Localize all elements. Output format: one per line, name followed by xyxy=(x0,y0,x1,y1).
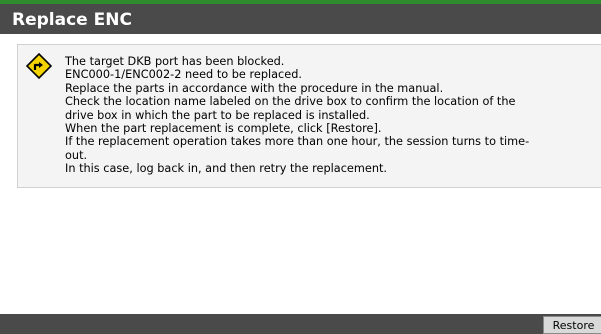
message-line: out. xyxy=(65,148,88,162)
dialog-footer: Restore xyxy=(0,314,601,334)
message-line: ENC000-1/ENC002-2 need to be replaced. xyxy=(65,68,302,82)
message-line: If the replacement operation takes more … xyxy=(65,135,530,149)
warning-message-text: The target DKB port has been blocked. EN… xyxy=(65,55,595,176)
message-line: Replace the parts in accordance with the… xyxy=(65,81,444,95)
message-line: In this case, log back in, and then retr… xyxy=(65,162,388,176)
message-line: The target DKB port has been blocked. xyxy=(65,55,285,68)
dialog-title: Replace ENC xyxy=(12,10,132,30)
warning-message-box: The target DKB port has been blocked. EN… xyxy=(17,44,601,188)
dialog-title-bar: Replace ENC xyxy=(0,0,601,34)
restore-button[interactable]: Restore xyxy=(543,316,601,334)
replace-enc-dialog: Replace ENC The target DKB port has been… xyxy=(0,0,601,334)
message-line: When the part replacement is complete, c… xyxy=(65,122,382,136)
warning-diamond-icon xyxy=(25,52,53,80)
dialog-content: The target DKB port has been blocked. EN… xyxy=(0,34,601,314)
message-line: Check the location name labeled on the d… xyxy=(65,95,516,109)
message-line: drive box in which the part to be replac… xyxy=(65,108,370,122)
